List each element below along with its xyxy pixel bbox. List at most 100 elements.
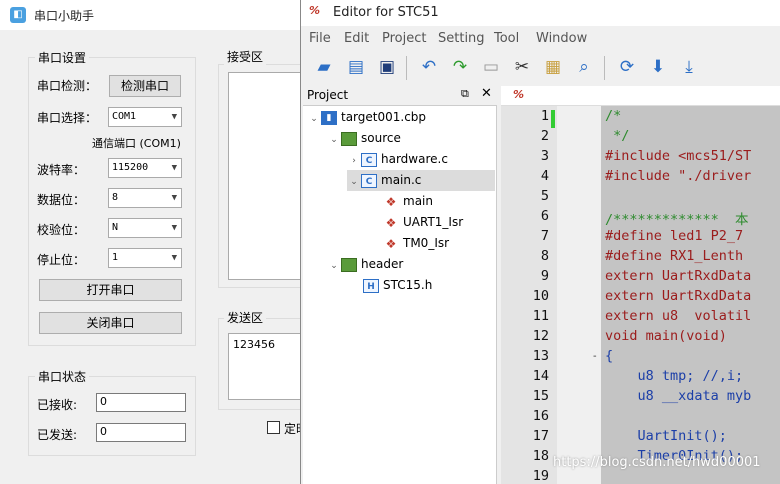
line-number: 13 <box>532 348 549 364</box>
receive-group-title: 接受区 <box>224 48 267 65</box>
tree-item-file-main[interactable]: ⌄ Cmain.c <box>347 170 495 191</box>
paste-icon[interactable]: ▦ <box>540 54 566 80</box>
received-count-field[interactable]: 0 <box>96 393 186 412</box>
timer-checkbox[interactable] <box>267 421 280 434</box>
port-select-value: COM1 <box>112 111 137 122</box>
tree-item-folder-source[interactable]: ⌄ source <box>327 128 401 149</box>
line-number: 3 <box>540 148 549 164</box>
tree-item-label: UART1_Isr <box>403 215 464 229</box>
tree-item-folder-header[interactable]: ⌄ header <box>327 254 403 275</box>
line-number: 2 <box>540 128 549 144</box>
cut-icon[interactable]: ✂ <box>509 54 535 80</box>
close-port-button[interactable]: 关闭串口 <box>39 312 182 334</box>
h-file-icon: H <box>363 278 379 293</box>
find-icon[interactable]: ⌕ <box>571 54 597 80</box>
menu-setting[interactable]: Setting <box>438 31 485 46</box>
code-editor[interactable]: /* */ #include <mcs51/ST #include "./drive… <box>601 106 780 484</box>
save-icon[interactable]: ▣ <box>374 54 400 80</box>
function-icon: ❖ <box>385 236 397 251</box>
code-line: UartInit(); <box>605 428 727 444</box>
line-number: 8 <box>540 248 549 264</box>
status-group-title: 串口状态 <box>35 368 90 385</box>
editor-window: % Editor for STC51 File Edit Project Set… <box>300 0 780 484</box>
download-all-icon[interactable]: ⤓ <box>676 54 702 80</box>
function-icon: ❖ <box>385 194 397 209</box>
chevron-down-icon[interactable]: ⌄ <box>347 172 361 193</box>
line-number: 19 <box>532 468 549 484</box>
toolbar-separator <box>604 56 605 80</box>
code-line: u8 __xdata myb <box>605 388 752 404</box>
menu-project[interactable]: Project <box>382 31 426 46</box>
code-line: u8 tmp; //,i; <box>605 368 744 384</box>
chevron-right-icon[interactable]: › <box>347 151 361 172</box>
code-line: { <box>605 348 614 364</box>
tree-item-label: main <box>403 194 433 208</box>
baud-label: 波特率： <box>37 163 86 177</box>
file-tab-icon[interactable]: % <box>513 88 524 101</box>
tree-item-project[interactable]: ⌄ ▮ target001.cbp <box>307 107 426 128</box>
float-panel-icon[interactable]: ⧉ <box>461 87 469 101</box>
tree-item-function-main[interactable]: ❖ main <box>383 191 433 212</box>
chevron-down-icon[interactable]: ⌄ <box>327 130 341 151</box>
baud-select[interactable]: 115200 ▼ <box>108 158 182 178</box>
tree-item-label: hardware.c <box>381 152 448 166</box>
stc51-logo-icon: % <box>309 4 321 17</box>
databits-select[interactable]: 8 ▼ <box>108 188 182 208</box>
menu-file[interactable]: File <box>309 31 331 46</box>
received-label: 已接收: <box>37 398 78 412</box>
editor-title: Editor for STC51 <box>333 5 439 20</box>
tree-item-file-stc15[interactable]: H STC15.h <box>363 275 432 296</box>
chevron-down-icon[interactable]: ⌄ <box>307 109 321 130</box>
sent-count-field[interactable]: 0 <box>96 423 186 442</box>
line-number: 7 <box>540 228 549 244</box>
close-icon[interactable]: ✕ <box>481 86 492 101</box>
menu-window[interactable]: Window <box>536 31 587 46</box>
receive-textarea[interactable] <box>228 72 308 280</box>
tree-item-function-uart1-isr[interactable]: ❖ UART1_Isr <box>383 212 464 233</box>
c-file-icon: C <box>361 152 377 167</box>
detect-port-button[interactable]: 检测串口 <box>109 75 181 97</box>
tree-item-file-hardware[interactable]: › Chardware.c <box>347 149 448 170</box>
watermark: https://blog.csdn.net/hwd00001 <box>553 455 761 470</box>
send-group-title: 发送区 <box>224 309 267 326</box>
project-tree: ⌄ ▮ target001.cbp ⌄ source › Chardware.c ⌄ Cm… <box>303 106 497 484</box>
project-icon: ▮ <box>321 110 337 125</box>
open-port-button[interactable]: 打开串口 <box>39 279 182 301</box>
stopbits-select[interactable]: 1 ▼ <box>108 248 182 268</box>
menu-edit[interactable]: Edit <box>344 31 369 46</box>
parity-select-value: N <box>112 222 119 233</box>
serial-helper-window: ◧ 串口小助手 串口设置 串口检测： 检测串口 串口选择： COM1 ▼ 通信端… <box>0 0 310 484</box>
tree-item-label: source <box>361 131 401 145</box>
sent-label: 已发送: <box>37 428 78 442</box>
line-number: 15 <box>532 388 549 404</box>
toolbar-separator <box>406 56 407 80</box>
app-icon: ◧ <box>10 7 26 23</box>
menubar: File Edit Project Setting Tool Window <box>301 28 780 50</box>
detect-label: 串口检测： <box>37 79 98 93</box>
download-icon[interactable]: ⬇ <box>645 54 671 80</box>
code-line: extern u8 volatil <box>605 308 752 324</box>
undo-icon[interactable]: ↶ <box>416 54 442 80</box>
chevron-down-icon[interactable]: ⌄ <box>327 256 341 277</box>
port-select-label: 串口选择： <box>37 111 98 125</box>
tree-item-function-tm0-isr[interactable]: ❖ TM0_Isr <box>383 233 449 254</box>
line-number: 9 <box>540 268 549 284</box>
line-number: 17 <box>532 428 549 444</box>
chevron-down-icon: ▼ <box>171 163 177 173</box>
send-textarea[interactable]: 123456 <box>228 333 308 400</box>
refresh-icon[interactable]: ⟳ <box>614 54 640 80</box>
function-icon: ❖ <box>385 215 397 230</box>
port-description: 通信端口 (COM1) <box>92 137 181 150</box>
copy-icon[interactable]: ▭ <box>478 54 504 80</box>
port-select[interactable]: COM1 ▼ <box>108 107 182 127</box>
open-folder-icon[interactable]: ▰ <box>311 54 337 80</box>
line-number: 14 <box>532 368 549 384</box>
parity-select[interactable]: N ▼ <box>108 218 182 238</box>
menu-tool[interactable]: Tool <box>494 31 519 46</box>
book-icon[interactable]: ▤ <box>343 54 369 80</box>
status-group <box>28 376 196 456</box>
redo-icon[interactable]: ↷ <box>447 54 473 80</box>
fold-toggle-icon[interactable]: - <box>593 351 597 362</box>
helper-titlebar: ◧ 串口小助手 <box>0 0 310 30</box>
code-line: extern UartRxdData <box>605 268 752 284</box>
